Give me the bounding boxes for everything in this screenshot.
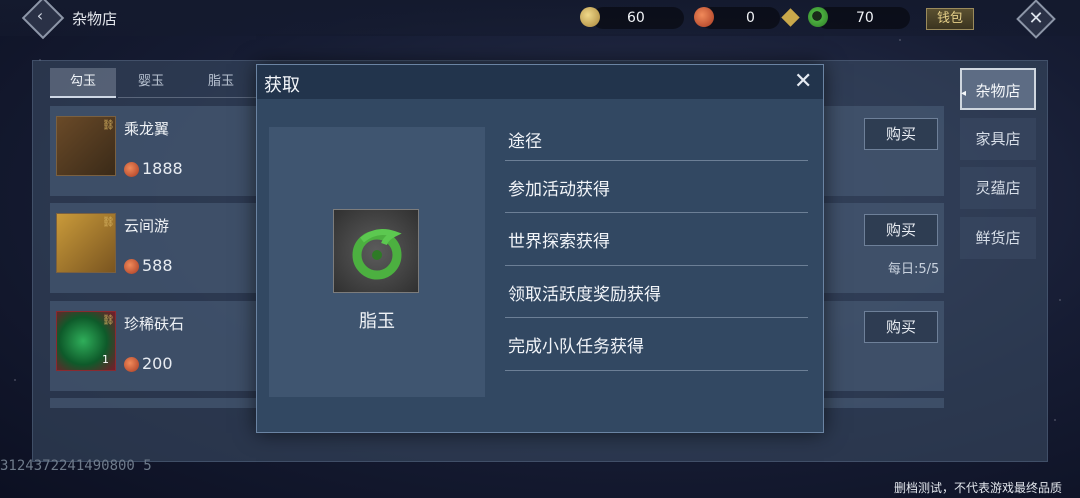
route-activity[interactable]: 领取活跃度奖励获得 [508, 280, 661, 305]
link-icon: ⛓ [102, 120, 115, 131]
red-coin-icon [124, 357, 139, 372]
divider [505, 370, 808, 371]
item-name: 脂玉 [359, 311, 395, 332]
jade-icon [808, 7, 828, 27]
close-button[interactable]: ✕ [1016, 0, 1056, 39]
test-disclaimer: 删档测试，不代表游戏最终品质 [894, 481, 1063, 495]
item-price: 588 [142, 256, 173, 275]
item-name: 珍稀砆石 [124, 315, 185, 333]
route-event[interactable]: 参加活动获得 [508, 175, 610, 200]
link-icon: ⛓ [102, 315, 115, 326]
divider [505, 317, 808, 318]
plus-icon[interactable] [781, 8, 800, 27]
tab-divider [118, 97, 258, 98]
item-preview: 脂玉 [269, 127, 485, 397]
route-explore[interactable]: 世界探索获得 [508, 227, 610, 252]
tab-yingyu[interactable]: 婴玉 [118, 68, 184, 98]
daily-limit: 每日:5/5 [888, 262, 940, 277]
divider [505, 212, 808, 213]
dialog-close-icon[interactable]: ✕ [794, 69, 812, 94]
wallet-button[interactable]: 钱包 [926, 8, 974, 30]
back-arrow-icon: ‹ [36, 6, 44, 26]
close-icon: ✕ [1028, 7, 1044, 29]
item-name: 云间游 [124, 217, 170, 235]
side-nav-lingyundian[interactable]: 灵蕴店 [960, 167, 1036, 209]
acquire-dialog: 获取 ✕ 脂玉 途径 参加活动获得 世界探索获得 领取活跃度奖励获得 完成小队任… [256, 64, 824, 433]
gold-coin-icon [580, 7, 600, 27]
buy-button[interactable]: 购买 [864, 311, 938, 343]
tab-zhiyu[interactable]: 脂玉 [188, 68, 254, 98]
side-nav-xianhuodian[interactable]: 鲜货店 [960, 217, 1036, 259]
dialog-header: 获取 ✕ [257, 65, 823, 99]
buy-button[interactable]: 购买 [864, 118, 938, 150]
divider [505, 160, 808, 161]
currency-gold-value: 60 [627, 10, 645, 26]
red-coin-icon [124, 162, 139, 177]
top-bar: ‹ 杂物店 60 0 70 钱包 ✕ [0, 0, 1080, 40]
route-header: 途径 [508, 132, 542, 152]
item-price: 1888 [142, 159, 183, 178]
dialog-title: 获取 [264, 75, 300, 96]
tab-gouyu[interactable]: 勾玉 [50, 68, 116, 98]
currency-red-value: 0 [746, 10, 755, 26]
back-button[interactable]: ‹ [21, 0, 65, 40]
item-quantity: 1 [102, 353, 109, 366]
currency-jade-value: 70 [856, 10, 874, 26]
link-icon: ⛓ [102, 217, 115, 228]
user-id: 3124372241490800 5 [0, 458, 152, 474]
red-coin-icon [124, 259, 139, 274]
jade-icon [333, 209, 419, 293]
divider [505, 265, 808, 266]
side-nav-jiajudian[interactable]: 家具店 [960, 118, 1036, 160]
buy-button[interactable]: 购买 [864, 214, 938, 246]
side-nav-zawudian[interactable]: 杂物店 [960, 68, 1036, 110]
route-team-task[interactable]: 完成小队任务获得 [508, 332, 644, 357]
red-coin-icon [694, 7, 714, 27]
page-title: 杂物店 [72, 10, 118, 28]
item-name: 乘龙翼 [124, 120, 170, 138]
chevron-left-icon: ◂ [961, 88, 967, 99]
item-price: 200 [142, 354, 173, 373]
